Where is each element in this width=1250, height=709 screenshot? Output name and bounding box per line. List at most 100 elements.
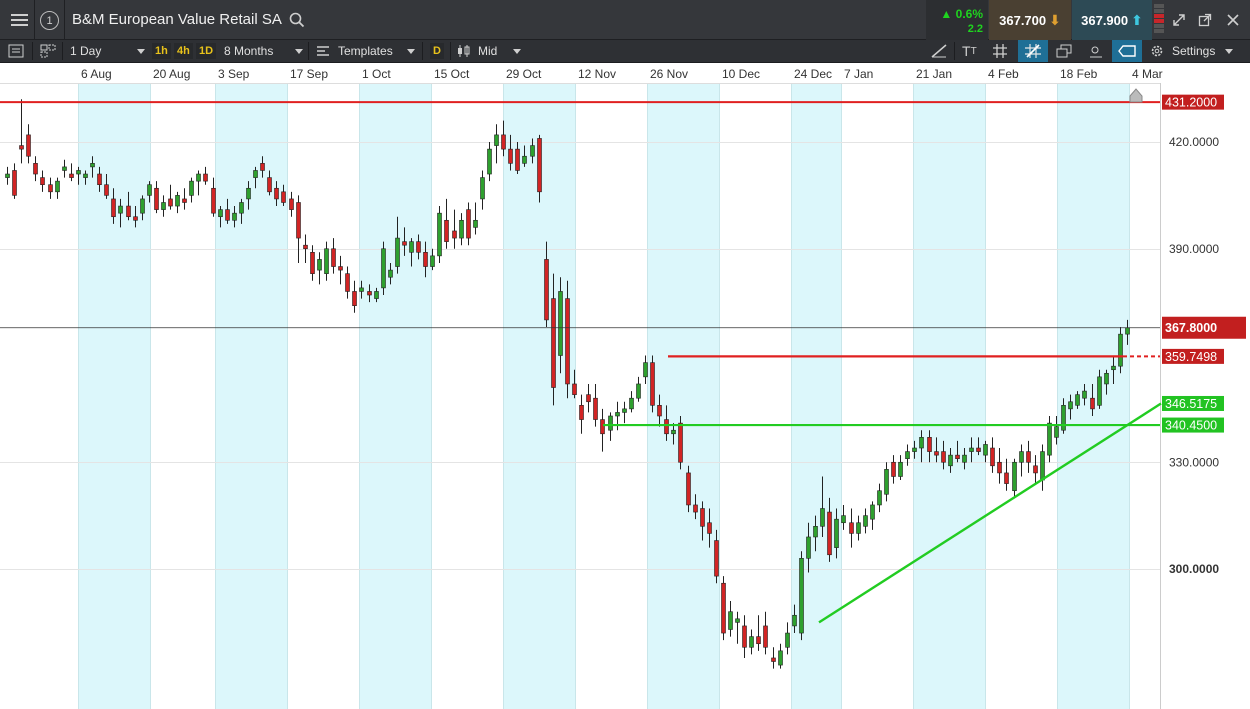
templates-button[interactable]: Templates [316, 40, 415, 62]
candle-body [650, 362, 655, 406]
menu-icon[interactable] [8, 9, 30, 31]
divider [64, 0, 65, 40]
x-tick-label: 10 Dec [722, 67, 760, 81]
candle-body [76, 170, 81, 175]
close-icon[interactable] [1222, 9, 1244, 31]
candle-body [934, 451, 939, 456]
candle-body [19, 145, 24, 150]
candle-body [544, 259, 549, 321]
candle-body [133, 216, 138, 221]
candle-body [919, 437, 924, 449]
level-label-359: 359.7498 [1165, 350, 1217, 364]
crosshair-icon[interactable] [1018, 40, 1048, 62]
last-price-label: 367.8000 [1165, 321, 1217, 335]
sell-price: 367.700 [999, 12, 1047, 28]
candle-body [615, 412, 620, 417]
candle-body [1082, 390, 1087, 399]
y-tick-label: 420.0000 [1169, 135, 1219, 149]
candle-body [437, 212, 442, 257]
expand-icon[interactable] [1168, 9, 1190, 31]
instrument-title[interactable]: B&M European Value Retail SA [72, 11, 282, 28]
popout-icon[interactable] [1194, 9, 1216, 31]
text-size-icon[interactable]: TT [962, 40, 977, 62]
candle-body [565, 298, 570, 385]
settings-button[interactable]: Settings [1150, 40, 1234, 62]
range-select[interactable]: 8 Months [224, 40, 304, 62]
x-tick-label: 20 Aug [153, 67, 190, 81]
candle-body [374, 291, 379, 299]
search-icon[interactable] [286, 9, 308, 31]
x-tick-label: 17 Sep [290, 67, 328, 81]
d-badge[interactable]: D [430, 40, 444, 62]
copy-icon[interactable] [1056, 40, 1072, 62]
candle-body [707, 522, 712, 534]
candle-body [806, 536, 811, 559]
indicator-icon[interactable] [1088, 40, 1104, 62]
candle-body [48, 184, 53, 193]
candle-body [459, 219, 464, 239]
candlestick-icon [458, 45, 470, 57]
range-label: 8 Months [224, 44, 274, 58]
label-icon[interactable] [1112, 40, 1142, 62]
candle-body [600, 419, 605, 435]
chevron-down-icon [406, 48, 415, 54]
candle-body [452, 230, 457, 239]
candle-body [686, 472, 691, 506]
chevron-down-icon [1225, 48, 1234, 54]
week-band [215, 83, 287, 709]
candle-body [367, 291, 372, 296]
candle-body [118, 205, 123, 214]
quick-interval-1d[interactable]: 1D [196, 40, 217, 62]
x-tick-label: 4 Mar [1132, 67, 1163, 81]
candle-body [700, 508, 705, 527]
candle-body [196, 173, 201, 182]
quick-interval-4h[interactable]: 4h [174, 40, 193, 62]
candlestick-chart[interactable]: 6 Aug 20 Aug 3 Sep 17 Sep 1 Oct 15 Oct 29 Oct 1… [0, 63, 1250, 709]
candle-body [841, 515, 846, 524]
candle-body [771, 657, 776, 662]
x-tick-label: 7 Jan [844, 67, 873, 81]
level-label-346: 346.5175 [1165, 397, 1217, 411]
candle-body [12, 170, 17, 196]
quick-interval-1h[interactable]: 1h [152, 40, 171, 62]
candle-body [756, 636, 761, 645]
list-icon[interactable] [8, 40, 24, 62]
candle-body [1111, 365, 1116, 371]
draw-line-icon[interactable] [930, 40, 948, 62]
interval-label: 1 Day [70, 44, 102, 58]
candle-body [849, 522, 854, 534]
candle-body [1075, 394, 1080, 406]
price-chart[interactable]: 6 Aug 20 Aug 3 Sep 17 Sep 1 Oct 15 Oct 29 Oct 1… [0, 63, 1250, 709]
candle-body [508, 148, 513, 164]
candle-body [430, 255, 435, 267]
chevron-down-icon [137, 48, 146, 54]
candle-body [636, 383, 641, 399]
candle-body [593, 397, 598, 420]
layout-icon[interactable] [40, 40, 56, 62]
candle-body [281, 191, 286, 203]
candle-body [161, 202, 166, 210]
interval-select[interactable]: 1 Day [70, 40, 146, 62]
candle-body [1090, 397, 1095, 410]
link-group-badge[interactable]: 1 [40, 11, 59, 30]
candle-body [310, 252, 315, 274]
x-tick-label: 26 Nov [650, 67, 688, 81]
candle-body [763, 625, 768, 648]
candle-body [572, 383, 577, 395]
candle-body [203, 173, 208, 182]
candle-body [983, 444, 988, 456]
candle-body [416, 241, 421, 253]
candle-body [884, 469, 889, 495]
candle-body [218, 209, 223, 218]
settings-label: Settings [1172, 44, 1216, 58]
candle-body [1040, 451, 1045, 481]
buy-button[interactable]: 367.900 ⬆ [1072, 0, 1152, 40]
price-type-select[interactable]: Mid [456, 40, 522, 62]
x-tick-label: 1 Oct [362, 67, 391, 81]
candle-body [1054, 426, 1059, 438]
sell-button[interactable]: 367.700 ⬇ [989, 0, 1071, 40]
grid-icon[interactable] [992, 40, 1008, 62]
price-change: ▲ 0.6% 2.2 [926, 0, 988, 40]
candle-body [83, 173, 88, 178]
candle-body [97, 173, 102, 186]
